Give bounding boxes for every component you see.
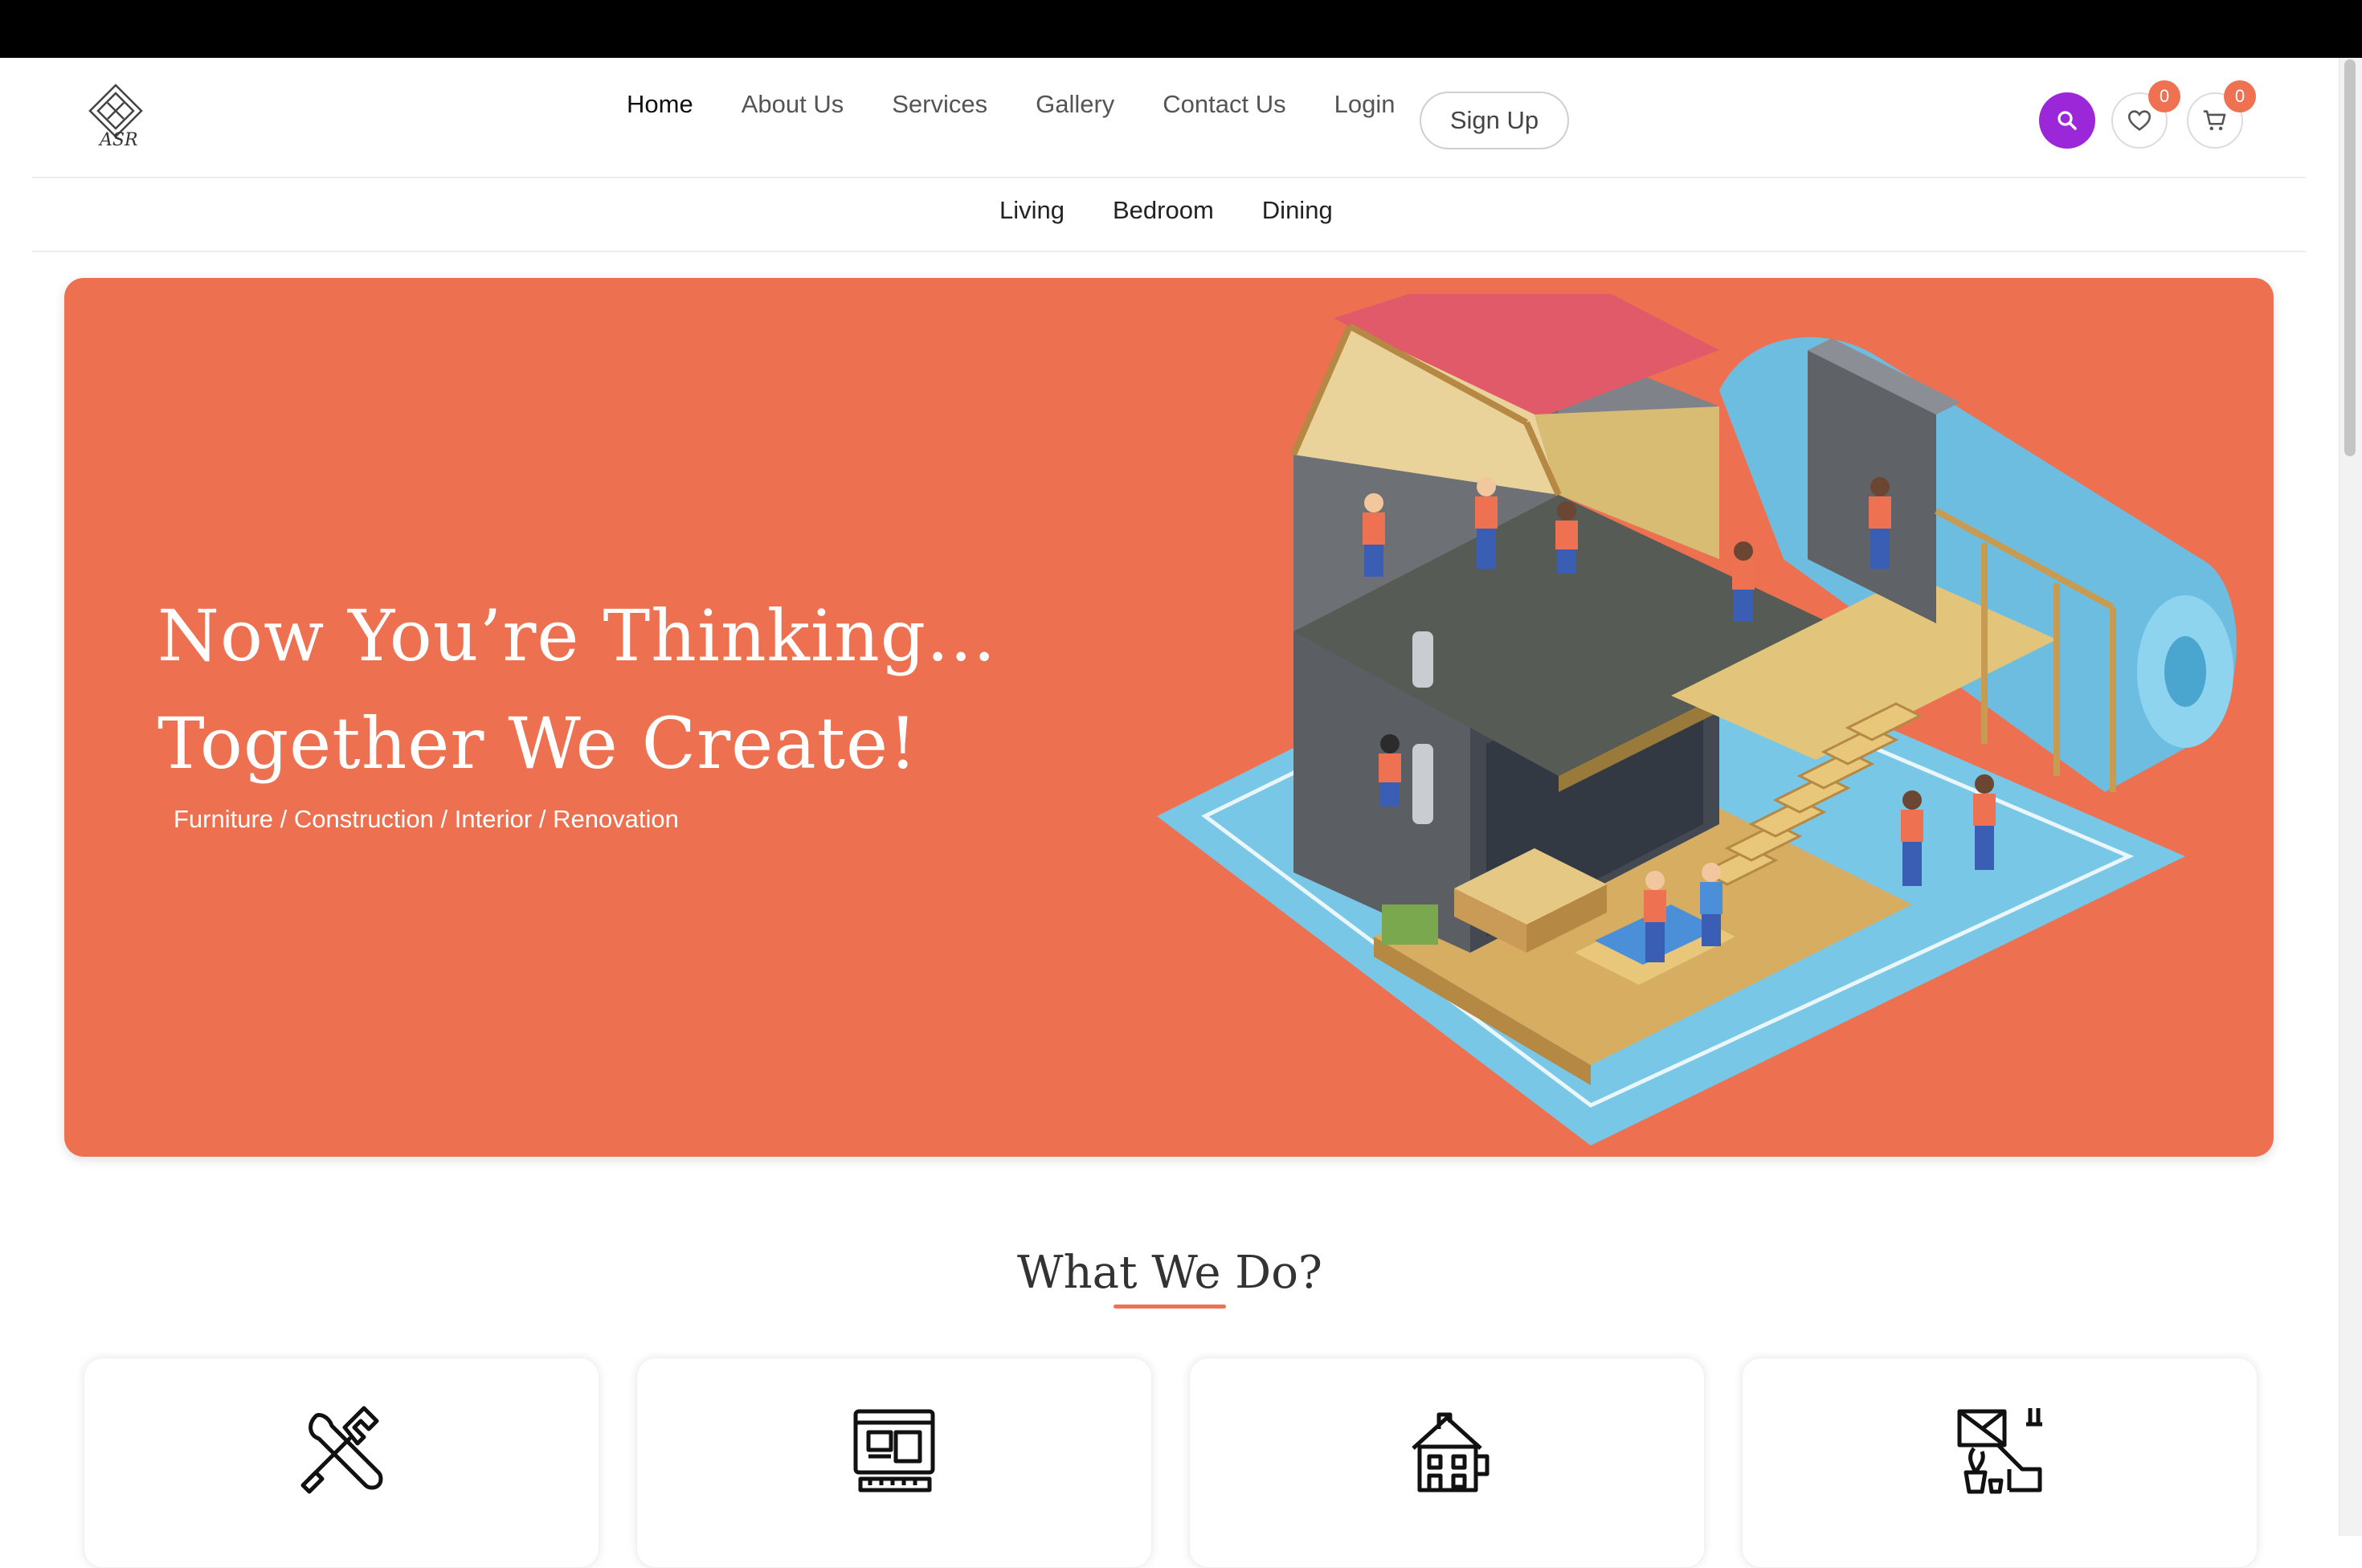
service-card[interactable] xyxy=(1742,1358,2258,1568)
tools-icon xyxy=(300,1406,383,1494)
nav-login[interactable]: Login xyxy=(1334,90,1396,119)
heart-icon xyxy=(2127,110,2152,131)
search-button[interactable] xyxy=(2039,92,2095,149)
cart-icon xyxy=(2203,110,2226,131)
category-living[interactable]: Living xyxy=(999,196,1065,225)
nav-home[interactable]: Home xyxy=(627,90,693,119)
browser-top-bar xyxy=(0,0,2362,58)
nav-gallery[interactable]: Gallery xyxy=(1036,90,1114,119)
interior-design-icon xyxy=(1957,1408,2042,1494)
search-icon xyxy=(2058,111,2077,130)
category-nav: Living Bedroom Dining xyxy=(999,196,1333,225)
sign-up-button[interactable]: Sign Up xyxy=(1420,92,1569,149)
service-card[interactable] xyxy=(636,1358,1152,1568)
hero-tagline: Furniture / Construction / Interior / Re… xyxy=(174,805,679,833)
house-building-icon xyxy=(1412,1412,1490,1492)
hero-heading-line2: Together We Create! xyxy=(157,702,918,785)
logo-text: ASR xyxy=(100,130,138,150)
page-scrollbar[interactable] xyxy=(2339,58,2362,1536)
hero-heading-line1: Now You’re Thinking... xyxy=(157,594,997,677)
subnav-divider xyxy=(32,251,2306,252)
header-divider xyxy=(32,177,2306,178)
nav-services[interactable]: Services xyxy=(892,90,987,119)
category-bedroom[interactable]: Bedroom xyxy=(1113,196,1214,225)
service-card[interactable] xyxy=(84,1358,599,1568)
hero-banner: Now You’re Thinking... Together We Creat… xyxy=(64,278,2274,1157)
cart-count-badge: 0 xyxy=(2224,80,2256,112)
title-underline xyxy=(1114,1305,1226,1309)
nav-contact-us[interactable]: Contact Us xyxy=(1163,90,1285,119)
main-nav: Home About Us Services Gallery Contact U… xyxy=(627,90,1396,119)
wishlist-count-badge: 0 xyxy=(2148,80,2180,112)
section-title: What We Do? xyxy=(1017,1247,1322,1299)
blueprint-icon xyxy=(853,1409,935,1492)
category-dining[interactable]: Dining xyxy=(1262,196,1333,225)
service-card[interactable] xyxy=(1189,1358,1705,1568)
nav-about-us[interactable]: About Us xyxy=(742,90,844,119)
scrollbar-thumb[interactable] xyxy=(2344,59,2356,456)
construction-illustration xyxy=(1157,294,2237,1145)
